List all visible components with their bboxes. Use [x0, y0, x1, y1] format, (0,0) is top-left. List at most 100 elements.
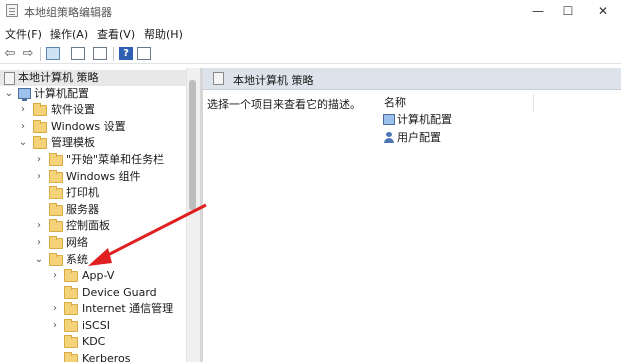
tree-node-label: 管理模板 — [51, 136, 95, 149]
chevron-right-icon[interactable]: › — [50, 268, 60, 284]
folder-icon — [49, 236, 63, 249]
menu-view[interactable]: 查看(V) — [97, 26, 135, 42]
folder-icon — [49, 253, 63, 266]
tree-node-internet-comm[interactable]: › Internet 通信管理 — [0, 301, 186, 317]
chevron-right-icon[interactable]: › — [34, 235, 44, 251]
maximize-button[interactable]: ☐ — [550, 2, 586, 20]
title-bar: 本地组策略编辑器 — ☐ ✕ — [0, 0, 621, 22]
folder-icon — [49, 170, 63, 183]
show-hide-tree-icon[interactable] — [46, 47, 60, 60]
description-text: 选择一个项目来查看它的描述。 — [207, 98, 361, 111]
chevron-right-icon[interactable]: › — [50, 318, 60, 334]
toolbar: ⇦ ⇨ ? — [0, 44, 621, 64]
tree-node-software-settings[interactable]: › 软件设置 — [0, 102, 186, 118]
folder-icon — [33, 136, 47, 149]
folder-icon — [49, 186, 63, 199]
folder-icon — [64, 335, 78, 348]
tree-node-label: App-V — [82, 269, 115, 282]
help-icon[interactable]: ? — [119, 47, 133, 60]
tree-node-control-panel[interactable]: › 控制面板 — [0, 218, 186, 234]
folder-icon — [64, 319, 78, 332]
close-button[interactable]: ✕ — [585, 2, 621, 20]
list-item-user-config[interactable]: 用户配置 — [383, 130, 503, 146]
details-header: 本地计算机 策略 — [203, 68, 621, 90]
toolbar-separator — [113, 47, 114, 61]
tree-node-label: 软件设置 — [51, 103, 95, 116]
tree-node-label: 控制面板 — [66, 219, 110, 232]
menu-file[interactable]: 文件(F) — [5, 26, 42, 42]
view-options-icon[interactable] — [137, 47, 151, 60]
chevron-right-icon[interactable]: › — [18, 102, 28, 118]
tree-node-system[interactable]: ⌄ 系统 — [0, 252, 186, 268]
computer-icon — [383, 114, 395, 125]
tree-node-label: Windows 组件 — [66, 170, 141, 183]
computer-icon — [18, 88, 31, 101]
folder-icon — [33, 120, 47, 133]
tree-node-network[interactable]: › 网络 — [0, 235, 186, 251]
folder-icon — [49, 203, 63, 216]
folder-icon — [64, 302, 78, 315]
tree-node-label: 网络 — [66, 236, 88, 249]
tree-node-windows-settings[interactable]: › Windows 设置 — [0, 119, 186, 135]
tree-node-start-menu[interactable]: › "开始"菜单和任务栏 — [0, 152, 186, 168]
list-item-label: 用户配置 — [397, 131, 441, 144]
tree-node-label: Device Guard — [82, 286, 157, 299]
tree-node-label: "开始"菜单和任务栏 — [66, 153, 165, 166]
user-icon — [383, 132, 395, 143]
app-icon — [6, 4, 18, 17]
folder-icon — [49, 153, 63, 166]
tree-node-label: 计算机配置 — [34, 87, 89, 100]
export-list-icon[interactable] — [93, 47, 107, 60]
tree-node-label: 本地计算机 策略 — [18, 71, 99, 84]
list-item-computer-config[interactable]: 计算机配置 — [383, 112, 503, 128]
column-header-name[interactable]: 名称 — [384, 94, 534, 112]
tree-node-label: 服务器 — [66, 203, 99, 216]
toolbar-separator — [40, 47, 41, 61]
chevron-down-icon[interactable]: ⌄ — [18, 135, 28, 151]
tree-node-label: KDC — [82, 335, 106, 348]
chevron-right-icon[interactable]: › — [34, 152, 44, 168]
tree-node-server[interactable]: 服务器 — [0, 202, 186, 218]
tree-node-label: Windows 设置 — [51, 120, 126, 133]
tree-node-computer-config[interactable]: ⌄ 计算机配置 — [0, 86, 186, 102]
tree-pane: 本地计算机 策略 ⌄ 计算机配置 › 软件设置 › Windows 设置 ⌄ 管… — [0, 68, 200, 362]
policy-icon — [4, 72, 15, 85]
list-item-label: 计算机配置 — [397, 113, 452, 126]
tree-node-label: 系统 — [66, 253, 88, 266]
folder-icon — [33, 103, 47, 116]
folder-icon — [49, 219, 63, 232]
tree-node-device-guard[interactable]: Device Guard — [0, 285, 186, 301]
tree-node-kerberos[interactable]: Kerberos — [0, 351, 186, 362]
tree-scrollbar-thumb[interactable] — [189, 80, 196, 210]
tree-node-kdc[interactable]: KDC — [0, 334, 186, 350]
tree-node-windows-components[interactable]: › Windows 组件 — [0, 169, 186, 185]
folder-icon — [64, 352, 78, 362]
tree-node-label: Internet 通信管理 — [82, 302, 174, 315]
tree-node-app-v[interactable]: › App-V — [0, 268, 186, 284]
chevron-right-icon[interactable]: › — [18, 119, 28, 135]
tree-node-printers[interactable]: 打印机 — [0, 185, 186, 201]
menu-action[interactable]: 操作(A) — [50, 26, 88, 42]
tree-node-label: iSCSI — [82, 319, 110, 332]
chevron-right-icon[interactable]: › — [34, 218, 44, 234]
tree-node-iscsi[interactable]: › iSCSI — [0, 318, 186, 334]
forward-arrow-icon[interactable]: ⇨ — [20, 46, 36, 61]
details-pane: 本地计算机 策略 选择一个项目来查看它的描述。 名称 计算机配置 用户配置 — [203, 68, 621, 362]
folder-icon — [64, 269, 78, 282]
chevron-down-icon[interactable]: ⌄ — [4, 86, 14, 102]
tree-node-root[interactable]: 本地计算机 策略 — [0, 70, 186, 86]
menu-bar: 文件(F) 操作(A) 查看(V) 帮助(H) — [0, 24, 621, 42]
chevron-right-icon[interactable]: › — [50, 301, 60, 317]
window-title: 本地组策略编辑器 — [24, 6, 112, 19]
tree-node-admin-templates[interactable]: ⌄ 管理模板 — [0, 135, 186, 151]
tree-node-label: Kerberos — [82, 352, 131, 362]
back-arrow-icon[interactable]: ⇦ — [2, 46, 18, 61]
menu-help[interactable]: 帮助(H) — [144, 26, 183, 42]
details-header-title: 本地计算机 策略 — [233, 74, 314, 87]
chevron-down-icon[interactable]: ⌄ — [34, 252, 44, 268]
tree-node-label: 打印机 — [66, 186, 99, 199]
chevron-right-icon[interactable]: › — [34, 169, 44, 185]
properties-icon[interactable] — [71, 47, 85, 60]
folder-icon — [64, 286, 78, 299]
policy-icon — [213, 72, 224, 85]
